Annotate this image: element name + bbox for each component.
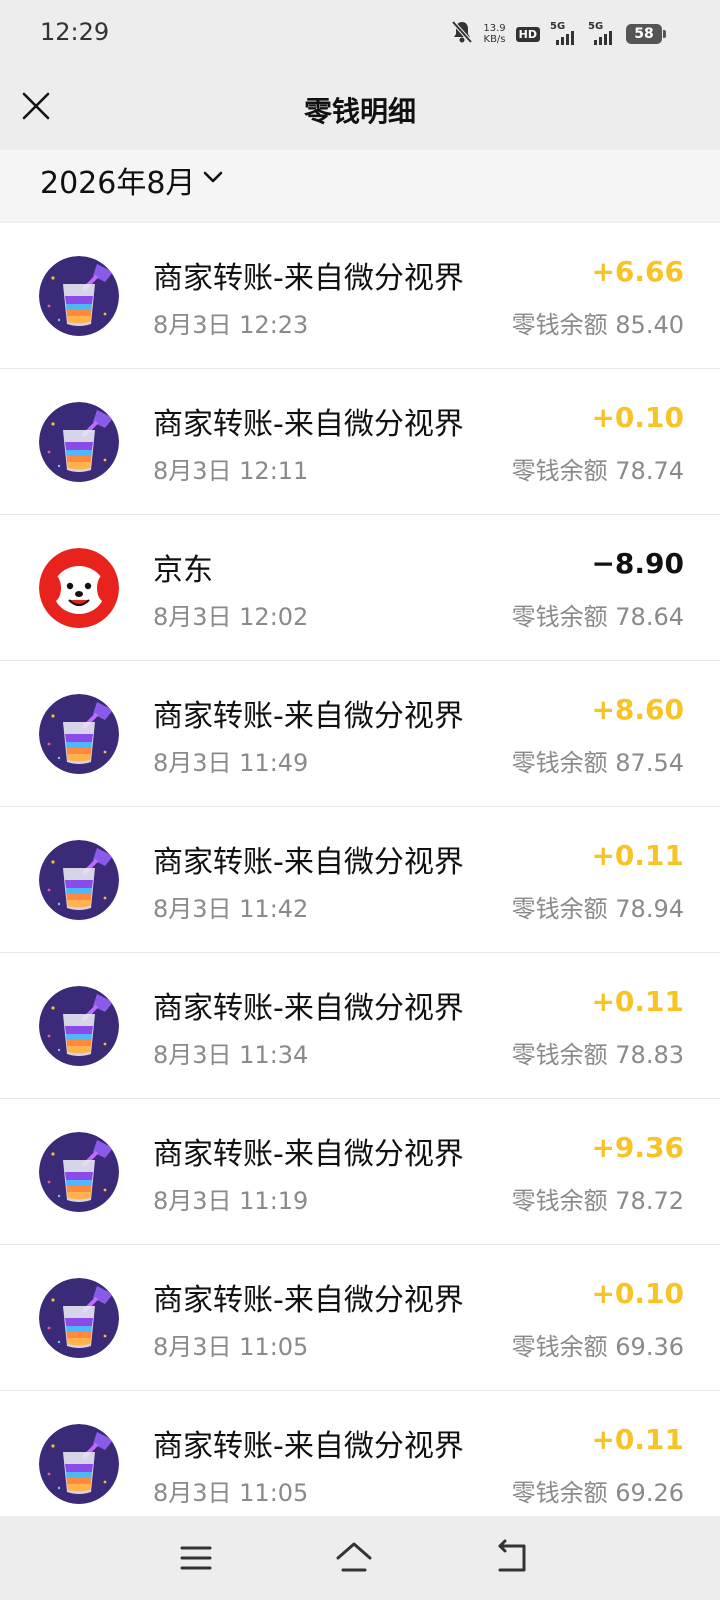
back-icon [498, 1539, 526, 1572]
transaction-balance: 零钱余额 78.83 [511, 1041, 684, 1069]
jd-logo-avatar [39, 548, 119, 628]
app-header: 零钱明细 [0, 64, 720, 150]
merchant-avatar [39, 986, 119, 1066]
transaction-row[interactable]: 商家转账-来自微分视界 8月3日 11:42 +0.11 零钱余额 78.94 [0, 807, 720, 953]
battery-icon: 58 [626, 24, 666, 44]
transaction-title: 商家转账-来自微分视界 [153, 1429, 464, 1464]
merchant-avatar [39, 1132, 119, 1212]
transaction-amount: +6.66 [591, 255, 684, 288]
status-bar: 12:29 13.9 KB/s HD 5G 5G 58 [0, 0, 720, 64]
net-speed-unit: KB/s [483, 34, 506, 45]
transaction-amount: +9.36 [591, 1131, 684, 1164]
mute-bell-icon [451, 20, 473, 48]
transaction-amount: +0.11 [591, 985, 684, 1018]
transaction-amount: +0.11 [591, 839, 684, 872]
merchant-avatar [39, 256, 119, 336]
month-label[interactable]: 2026年8月 [40, 158, 195, 202]
transaction-time: 8月3日 11:19 [153, 1187, 309, 1215]
transaction-amount: +0.10 [591, 1277, 684, 1310]
transaction-balance: 零钱余额 85.40 [511, 311, 684, 339]
merchant-avatar [39, 1424, 119, 1504]
home-icon [336, 1542, 372, 1572]
transaction-balance: 零钱余额 78.64 [511, 603, 684, 631]
transaction-title: 商家转账-来自微分视界 [153, 1137, 464, 1172]
transaction-time: 8月3日 11:42 [153, 895, 309, 923]
transaction-time: 8月3日 11:34 [153, 1041, 309, 1069]
hd-icon: HD [515, 26, 540, 42]
battery-level: 58 [634, 26, 654, 42]
status-icons: 13.9 KB/s HD 5G 5G 58 [451, 20, 666, 48]
transaction-title: 商家转账-来自微分视界 [153, 699, 464, 734]
system-nav-bar [0, 1516, 720, 1600]
transaction-title: 商家转账-来自微分视界 [153, 845, 464, 880]
menu-button[interactable] [176, 1538, 216, 1578]
transaction-row[interactable]: 商家转账-来自微分视界 8月3日 11:19 +9.36 零钱余额 78.72 [0, 1099, 720, 1245]
transaction-time: 8月3日 11:49 [153, 749, 309, 777]
net-speed: 13.9 KB/s [483, 23, 505, 45]
transaction-title: 京东 [153, 553, 213, 588]
chevron-down-icon[interactable] [200, 164, 226, 190]
transaction-balance: 零钱余额 78.74 [511, 457, 684, 485]
transaction-row[interactable]: 商家转账-来自微分视界 8月3日 11:49 +8.60 零钱余额 87.54 [0, 661, 720, 807]
merchant-avatar [39, 694, 119, 774]
transaction-row[interactable]: 商家转账-来自微分视界 8月3日 11:34 +0.11 零钱余额 78.83 [0, 953, 720, 1099]
transaction-amount: −8.90 [591, 547, 684, 580]
transaction-amount: +8.60 [591, 693, 684, 726]
merchant-avatar [39, 402, 119, 482]
signal-icon-2: 5G [588, 21, 616, 45]
transaction-time: 8月3日 11:05 [153, 1479, 309, 1507]
transaction-balance: 零钱余额 78.94 [511, 895, 684, 923]
transaction-amount: +0.11 [591, 1423, 684, 1456]
transaction-title: 商家转账-来自微分视界 [153, 261, 464, 296]
status-time: 12:29 [40, 18, 110, 46]
transaction-row[interactable]: 京东 8月3日 12:02 −8.90 零钱余额 78.64 [0, 515, 720, 661]
merchant-avatar [39, 1278, 119, 1358]
home-button[interactable] [334, 1538, 374, 1578]
transaction-list: 商家转账-来自微分视界 8月3日 12:23 +6.66 零钱余额 85.40 商家转… [0, 223, 720, 1516]
transaction-title: 商家转账-来自微分视界 [153, 991, 464, 1026]
transaction-balance: 零钱余额 78.72 [511, 1187, 684, 1215]
transaction-title: 商家转账-来自微分视界 [153, 407, 464, 442]
transaction-time: 8月3日 12:23 [153, 311, 309, 339]
transaction-balance: 零钱余额 87.54 [511, 749, 684, 777]
signal-icon: 5G [550, 21, 578, 45]
transaction-row[interactable]: 商家转账-来自微分视界 8月3日 11:05 +0.11 零钱余额 69.26 [0, 1391, 720, 1516]
transaction-time: 8月3日 12:11 [153, 457, 309, 485]
transaction-row[interactable]: 商家转账-来自微分视界 8月3日 12:11 +0.10 零钱余额 78.74 [0, 369, 720, 515]
transaction-amount: +0.10 [591, 401, 684, 434]
menu-icon [180, 1546, 212, 1570]
signal-2-label: 5G [588, 21, 604, 32]
transaction-balance: 零钱余额 69.26 [511, 1479, 684, 1507]
transaction-row[interactable]: 商家转账-来自微分视界 8月3日 12:23 +6.66 零钱余额 85.40 [0, 223, 720, 369]
hd-label: HD [515, 26, 540, 42]
month-filter[interactable]: 2026年8月 [0, 150, 720, 222]
back-button[interactable] [492, 1538, 532, 1578]
net-speed-value: 13.9 [483, 23, 506, 34]
transaction-time: 8月3日 11:05 [153, 1333, 309, 1361]
merchant-avatar [39, 840, 119, 920]
transaction-balance: 零钱余额 69.36 [511, 1333, 684, 1361]
signal-1-label: 5G [550, 21, 566, 32]
transaction-title: 商家转账-来自微分视界 [153, 1283, 464, 1318]
page-title: 零钱明细 [303, 95, 416, 128]
transaction-row[interactable]: 商家转账-来自微分视界 8月3日 11:05 +0.10 零钱余额 69.36 [0, 1245, 720, 1391]
transaction-time: 8月3日 12:02 [153, 603, 309, 631]
